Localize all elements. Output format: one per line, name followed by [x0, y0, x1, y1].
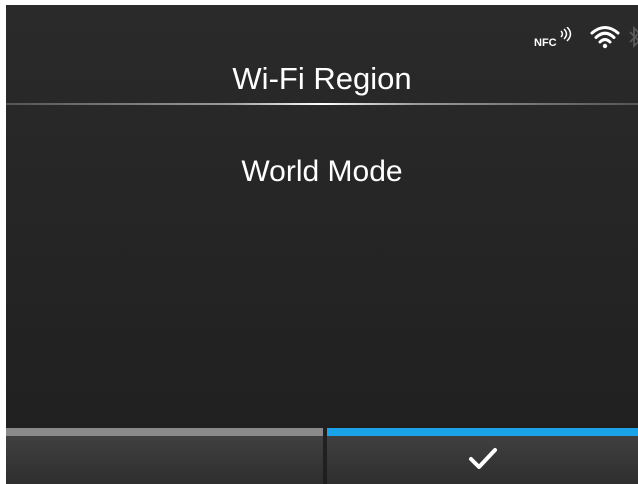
bluetooth-icon	[628, 25, 638, 49]
printer-display: NFC Wi-Fi Region World Mode	[6, 5, 638, 484]
confirm-softkey[interactable]	[327, 428, 638, 484]
checkmark-icon	[468, 446, 498, 472]
left-softkey-body	[6, 436, 323, 484]
left-softkey-indicator	[6, 428, 323, 436]
wifi-icon	[590, 25, 620, 49]
title-divider	[6, 103, 638, 105]
wifi-region-value: World Mode	[241, 155, 403, 188]
page-title: Wi-Fi Region	[232, 61, 412, 96]
confirm-softkey-indicator	[327, 428, 638, 436]
left-softkey[interactable]	[6, 428, 323, 484]
softkey-bar	[6, 428, 638, 484]
nfc-icon: NFC	[534, 27, 574, 49]
